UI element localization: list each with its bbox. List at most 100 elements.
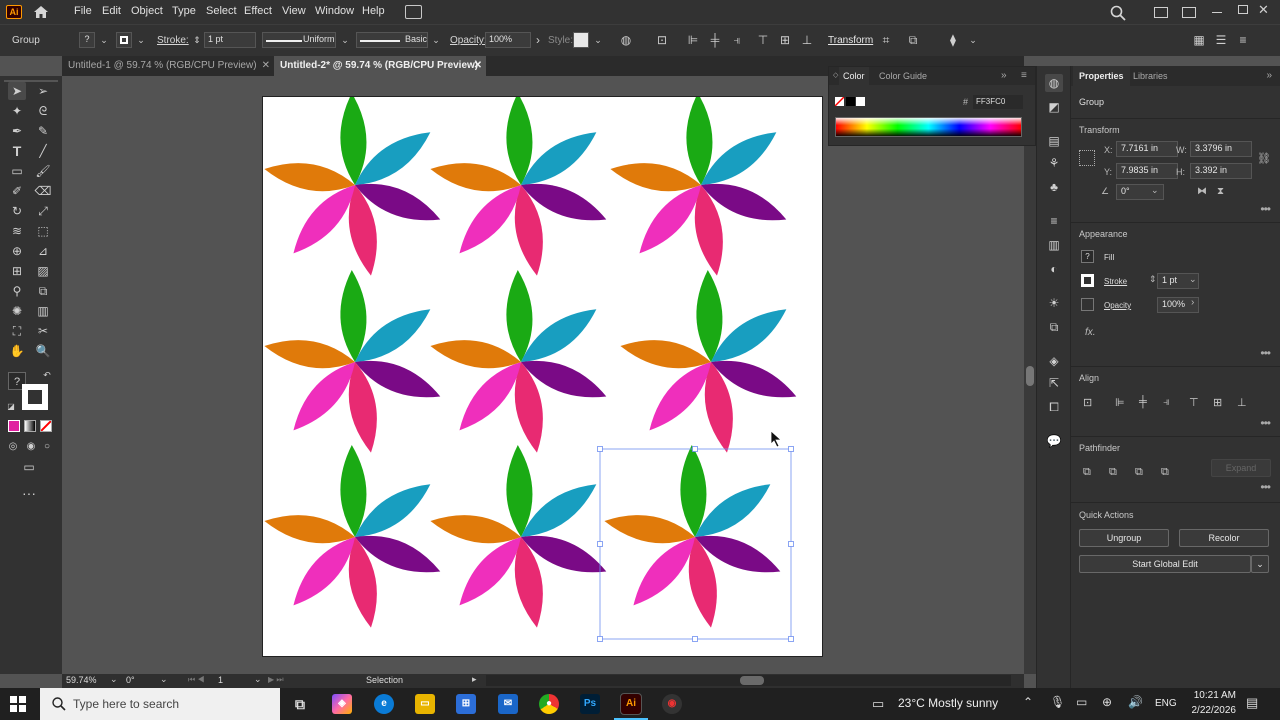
magic-wand-tool-icon[interactable]: ✦ <box>8 102 26 120</box>
restore-icon[interactable] <box>1238 5 1248 14</box>
align-top-icon[interactable]: ⊤ <box>756 33 770 47</box>
properties-panel-icon[interactable]: ◍ <box>1045 74 1063 92</box>
stroke-label[interactable]: Stroke: <box>157 35 189 46</box>
height-field[interactable]: 3.392 in <box>1190 163 1252 179</box>
selection-tool-icon[interactable]: ➤ <box>8 82 26 100</box>
selection-handle[interactable] <box>597 446 603 452</box>
align-middle-icon[interactable]: ⊞ <box>778 33 792 47</box>
copilot-icon[interactable]: ◈ <box>332 694 352 714</box>
stroke-weight-field[interactable]: 1 pt <box>204 32 256 48</box>
search-icon[interactable] <box>1110 5 1126 21</box>
arrange-panels-icon[interactable]: ▦ <box>1192 33 1206 47</box>
scale-tool-icon[interactable]: ⤢ <box>34 202 52 220</box>
shaper-tool-icon[interactable]: ✐ <box>8 182 26 200</box>
paintbrush-tool-icon[interactable]: 🖌 <box>34 162 52 180</box>
symbols-panel-icon[interactable]: ♣ <box>1045 178 1063 196</box>
flip-vertical-icon[interactable]: ⧗ <box>1217 186 1224 197</box>
more-options-icon[interactable]: ••• <box>1260 416 1271 430</box>
artboard[interactable] <box>262 93 824 658</box>
graphic-style-swatch[interactable] <box>573 32 589 48</box>
artboards-panel-icon[interactable]: ⧠ <box>1045 398 1063 416</box>
canvas-area[interactable] <box>62 76 1024 674</box>
stepper-icon[interactable]: ⇕ <box>1149 274 1157 285</box>
flower-group[interactable] <box>608 93 791 278</box>
menu-edit[interactable]: Edit <box>102 5 121 17</box>
comments-panel-icon[interactable]: 💬 <box>1045 432 1063 450</box>
share-icon[interactable] <box>405 5 422 19</box>
curvature-tool-icon[interactable]: ✎ <box>34 122 52 140</box>
more-options-icon[interactable]: ••• <box>1260 346 1271 360</box>
zoom-tool-icon[interactable]: 🔍 <box>34 342 52 360</box>
stroke-color-swatch[interactable] <box>22 384 48 410</box>
tab-libraries[interactable]: Libraries <box>1133 66 1168 86</box>
chevron-right-icon[interactable]: ▸ <box>472 674 477 685</box>
close-icon[interactable]: ✕ <box>1258 2 1272 18</box>
menu-type[interactable]: Type <box>172 5 196 17</box>
menu-file[interactable]: File <box>74 5 92 17</box>
chevron-right-icon[interactable]: › <box>1191 297 1194 308</box>
color-mode-icon[interactable] <box>8 420 20 432</box>
selection-handle[interactable] <box>788 541 794 547</box>
arrange-documents-icon[interactable] <box>1154 7 1168 18</box>
recolor-button[interactable]: Recolor <box>1179 529 1269 547</box>
type-tool-icon[interactable]: T <box>8 142 26 160</box>
align-middle-icon[interactable]: ⊞ <box>1213 396 1222 409</box>
layers-panel-icon[interactable]: ◈ <box>1045 352 1063 370</box>
align-left-icon[interactable]: ⊫ <box>1115 396 1125 409</box>
opacity-field[interactable]: 100% <box>485 32 531 48</box>
opacity-label[interactable]: Opacity: <box>450 35 487 46</box>
selection-handle[interactable] <box>788 446 794 452</box>
show-hidden-icons-icon[interactable]: ⌃ <box>1023 695 1033 709</box>
align-center-icon[interactable]: ╪ <box>708 33 722 47</box>
rotation-field[interactable]: 0° <box>126 675 156 685</box>
flower-pattern[interactable] <box>263 93 824 658</box>
chevron-down-icon[interactable]: ⌄ <box>110 674 118 685</box>
column-graph-tool-icon[interactable]: ▥ <box>34 302 52 320</box>
align-bottom-icon[interactable]: ⊥ <box>800 33 814 47</box>
opacity-label[interactable]: Opacity <box>1104 301 1131 310</box>
flower-group[interactable] <box>602 445 785 630</box>
constrain-proportions-icon[interactable]: ⛓ <box>1257 152 1271 165</box>
more-options-icon[interactable]: ••• <box>1260 480 1271 494</box>
zoom-field[interactable]: 59.74% <box>66 675 110 687</box>
recolor-artwork-icon[interactable]: ◍ <box>619 33 633 47</box>
transparency-panel-icon[interactable]: ◐ <box>1045 260 1063 278</box>
align-right-icon[interactable]: ⫣ <box>730 33 744 47</box>
minimize-icon[interactable] <box>1212 12 1222 13</box>
panel-options-icon[interactable]: ☰ <box>1214 33 1228 47</box>
flower-group[interactable] <box>618 270 801 455</box>
slice-tool-icon[interactable]: ✂ <box>34 322 52 340</box>
align-left-icon[interactable]: ⊫ <box>686 33 700 47</box>
x-field[interactable]: 7.7161 in <box>1116 141 1178 157</box>
menu-effect[interactable]: Effect <box>244 5 272 17</box>
battery-icon[interactable]: ▭ <box>1076 695 1087 709</box>
collapse-panel-icon[interactable]: » <box>1266 70 1272 81</box>
stroke-panel-icon[interactable]: ≡ <box>1045 212 1063 230</box>
photoshop-icon[interactable]: Ps <box>580 694 600 714</box>
chevron-down-icon[interactable]: ⌄ <box>429 33 443 47</box>
transform-link[interactable]: Transform <box>828 35 873 46</box>
stroke-swatch[interactable] <box>1081 274 1094 287</box>
panel-collapse-icon[interactable]: ◇ <box>833 71 838 79</box>
flower-group[interactable] <box>428 445 611 630</box>
gradient-panel-icon[interactable]: ▥ <box>1045 236 1063 254</box>
network-icon[interactable]: ⊕ <box>1102 695 1112 709</box>
align-right-icon[interactable]: ⫣ <box>1163 396 1170 409</box>
none-mode-icon[interactable] <box>40 420 52 432</box>
align-bottom-icon[interactable]: ⊥ <box>1237 396 1247 409</box>
align-center-icon[interactable]: ╪ <box>1139 396 1147 408</box>
scroll-thumb[interactable] <box>740 676 764 685</box>
language-indicator[interactable]: ENG <box>1155 698 1177 709</box>
flower-group[interactable] <box>263 270 445 455</box>
flower-group[interactable] <box>263 93 445 278</box>
more-options-icon[interactable]: ••• <box>1260 202 1271 216</box>
edit-toolbar-icon[interactable]: ··· <box>20 484 38 502</box>
fill-swatch[interactable]: ? <box>79 32 95 48</box>
reference-point-icon[interactable] <box>1079 150 1095 166</box>
align-to-icon[interactable]: ⊡ <box>655 33 669 47</box>
clock-time[interactable]: 10:21 AM <box>1186 690 1236 701</box>
libraries-panel-icon[interactable]: ◩ <box>1045 98 1063 116</box>
tab-properties[interactable]: Properties <box>1073 66 1130 86</box>
gradient-tool-icon[interactable]: ▨ <box>34 262 52 280</box>
chevron-down-icon[interactable]: ⌄ <box>134 33 148 47</box>
